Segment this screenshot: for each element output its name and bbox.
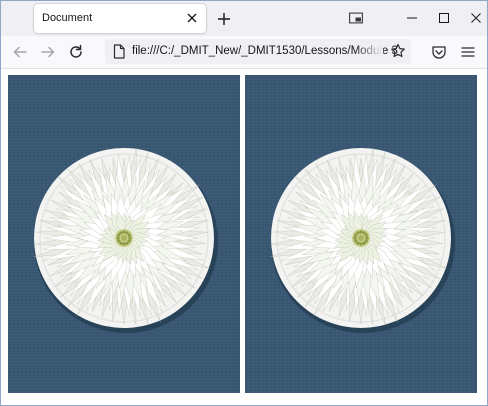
minimize-icon bbox=[406, 17, 417, 18]
close-window-button[interactable] bbox=[453, 1, 487, 34]
page-content bbox=[1, 69, 487, 405]
chrysanthemum-on-plate-photo bbox=[8, 75, 240, 393]
tab-document[interactable]: Document bbox=[34, 4, 206, 33]
arrow-right-icon[interactable] bbox=[39, 43, 57, 61]
page-icon bbox=[113, 44, 125, 59]
navigation-toolbar: file:///C:/_DMIT_New/_DMIT1530/Lessons/M… bbox=[1, 36, 487, 69]
close-icon[interactable] bbox=[186, 12, 198, 24]
close-icon bbox=[470, 12, 481, 23]
address-bar[interactable]: file:///C:/_DMIT_New/_DMIT1530/Lessons/M… bbox=[105, 39, 411, 64]
tab-title: Document bbox=[42, 12, 93, 24]
plus-icon[interactable] bbox=[214, 9, 234, 29]
browser-window: Document file:///C:/_DMIT_New/_DMIT1530/… bbox=[0, 0, 488, 406]
pocket-icon[interactable] bbox=[431, 44, 447, 60]
chrysanthemum-on-plate-photo bbox=[245, 75, 477, 393]
maximize-icon bbox=[438, 12, 449, 23]
star-icon[interactable] bbox=[390, 43, 406, 59]
picture-in-picture-button[interactable] bbox=[333, 1, 378, 34]
url-fade bbox=[355, 39, 383, 64]
reload-icon[interactable] bbox=[67, 43, 85, 61]
hamburger-menu-icon[interactable] bbox=[460, 44, 476, 60]
tab-strip: Document bbox=[1, 1, 487, 36]
arrow-left-icon[interactable] bbox=[11, 43, 29, 61]
picture-in-picture-icon bbox=[348, 12, 363, 23]
